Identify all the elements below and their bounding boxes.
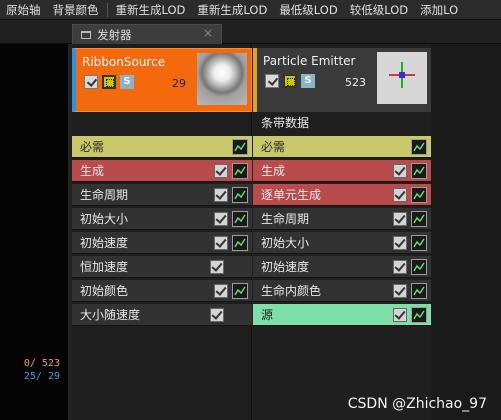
enable-checkbox[interactable] <box>84 75 98 89</box>
module-enable-checkbox[interactable] <box>393 283 407 298</box>
emitter-thumbnail <box>197 53 247 105</box>
curve-editor-icon[interactable] <box>232 282 248 299</box>
curve-editor-icon[interactable] <box>232 138 248 155</box>
toolbar-item-add-lod[interactable]: 添加LO <box>414 0 464 19</box>
module-enable-checkbox[interactable] <box>210 259 224 274</box>
module-label: 生命周期 <box>261 212 310 226</box>
render-mode-icon[interactable] <box>283 74 297 88</box>
curve-editor-icon[interactable] <box>232 234 248 251</box>
module-row[interactable]: 初始速度 <box>72 232 252 254</box>
module-label: 生命内颜色 <box>261 284 322 298</box>
module-label: 必需 <box>261 140 286 154</box>
module-enable-checkbox[interactable] <box>393 163 407 178</box>
module-row[interactable]: 生命周期 <box>72 184 252 206</box>
module-enable-checkbox[interactable] <box>214 283 228 298</box>
module-row[interactable]: 逐单元生成 <box>253 184 431 206</box>
curve-editor-icon[interactable] <box>411 282 427 299</box>
emitter-icons: S <box>265 74 315 88</box>
emitter-count-stat: 25/ 29 <box>23 371 60 382</box>
toolbar: 原始轴 背景颜色 重新生成LOD 重新生成LOD 最低级LOD 较低级LOD 添… <box>0 0 501 20</box>
module-row[interactable]: 大小随速度 <box>72 304 252 326</box>
module-row[interactable]: 源 <box>253 304 431 326</box>
toolbar-item-original-axis[interactable]: 原始轴 <box>0 0 47 19</box>
module-row[interactable]: 必需 <box>72 136 252 158</box>
module-label: 必需 <box>80 140 105 154</box>
module-enable-checkbox[interactable] <box>210 307 224 322</box>
module-label: 生命周期 <box>80 188 129 202</box>
watermark: CSDN @Zhichao_97 <box>347 396 487 412</box>
toolbar-item-lower-lod[interactable]: 较低级LOD <box>344 0 414 19</box>
curve-editor-icon[interactable] <box>411 186 427 203</box>
solo-button[interactable]: S <box>301 74 315 88</box>
toolbar-item-regen-lod-1[interactable]: 重新生成LOD <box>110 0 192 19</box>
tab-emitters[interactable]: 发射器 × <box>72 24 222 44</box>
module-enable-checkbox[interactable] <box>393 307 407 322</box>
axis-gizmo-icon <box>377 52 427 104</box>
particle-count: 29 <box>172 77 186 90</box>
module-label: 源 <box>261 308 274 322</box>
module-enable-checkbox[interactable] <box>393 187 407 202</box>
curve-editor-icon[interactable] <box>411 210 427 227</box>
module-label: 生成 <box>261 164 286 178</box>
section-title-ribbon-data[interactable]: 条带数据 <box>253 114 431 132</box>
curve-editor-icon[interactable] <box>411 306 427 323</box>
module-row[interactable]: 初始颜色 <box>72 280 252 302</box>
module-label: 恒加速度 <box>80 260 129 274</box>
emitter-icons: S <box>84 75 134 89</box>
enable-checkbox[interactable] <box>265 74 279 88</box>
module-label: 初始大小 <box>261 236 310 250</box>
module-enable-checkbox[interactable] <box>393 259 407 274</box>
module-row[interactable]: 生命内颜色 <box>253 280 431 302</box>
toolbar-item-regen-lod-2[interactable]: 重新生成LOD <box>191 0 273 19</box>
module-row[interactable]: 生成 <box>72 160 252 182</box>
empty-area <box>431 44 501 420</box>
module-enable-checkbox[interactable] <box>214 211 228 226</box>
curve-editor-icon[interactable] <box>411 258 427 275</box>
particle-count-stat: 0/ 523 <box>23 358 60 369</box>
panel-icon <box>81 30 91 39</box>
module-label: 初始速度 <box>80 236 129 250</box>
toolbar-item-background-color[interactable]: 背景颜色 <box>47 0 105 19</box>
preview-viewport[interactable]: 0/ 523 25/ 29 <box>0 44 70 420</box>
module-label: 生成 <box>80 164 105 178</box>
curve-editor-icon[interactable] <box>411 162 427 179</box>
module-enable-checkbox[interactable] <box>393 235 407 250</box>
emitters-panel: RibbonSource S 29 必需 生成 生命周期 初始大小 初始速度 恒加速度 初始… <box>70 44 501 420</box>
module-enable-checkbox[interactable] <box>214 187 228 202</box>
emitter-column-particle: Particle Emitter S 523 条带数据 必需生成逐单元生成生命周… <box>253 44 431 420</box>
tab-bar: 发射器 × <box>0 20 501 44</box>
module-row[interactable]: 初始大小 <box>72 208 252 230</box>
emitter-name: RibbonSource <box>82 55 166 69</box>
toolbar-item-lowest-lod[interactable]: 最低级LOD <box>273 0 343 19</box>
render-mode-icon[interactable] <box>102 75 116 89</box>
module-label: 大小随速度 <box>80 308 141 322</box>
module-row[interactable]: 恒加速度 <box>72 256 252 278</box>
emitter-header-particle[interactable]: Particle Emitter S 523 <box>253 48 431 112</box>
module-row[interactable]: 必需 <box>253 136 431 158</box>
module-row[interactable]: 初始大小 <box>253 232 431 254</box>
module-row[interactable]: 生命周期 <box>253 208 431 230</box>
module-label: 初始颜色 <box>80 284 129 298</box>
emitter-column-ribbon: RibbonSource S 29 必需生成生命周期初始大小初始速度恒加速度初始… <box>72 44 252 420</box>
curve-editor-icon[interactable] <box>232 162 248 179</box>
curve-editor-icon[interactable] <box>232 186 248 203</box>
curve-editor-icon[interactable] <box>411 138 427 155</box>
module-row[interactable]: 生成 <box>253 160 431 182</box>
solo-button[interactable]: S <box>120 75 134 89</box>
curve-editor-icon[interactable] <box>232 210 248 227</box>
curve-editor-icon[interactable] <box>411 234 427 251</box>
particle-count: 523 <box>345 76 366 89</box>
emitter-header-ribbon[interactable]: RibbonSource S 29 <box>72 48 252 112</box>
module-enable-checkbox[interactable] <box>214 235 228 250</box>
tab-title: 发射器 <box>97 27 132 42</box>
module-enable-checkbox[interactable] <box>393 211 407 226</box>
module-row[interactable]: 初始速度 <box>253 256 431 278</box>
toolbar-separator <box>106 2 108 17</box>
close-icon[interactable]: × <box>203 26 213 40</box>
emitter-name: Particle Emitter <box>263 54 356 68</box>
module-label: 逐单元生成 <box>261 188 322 202</box>
module-enable-checkbox[interactable] <box>214 163 228 178</box>
module-label: 初始大小 <box>80 212 129 226</box>
module-label: 初始速度 <box>261 260 310 274</box>
